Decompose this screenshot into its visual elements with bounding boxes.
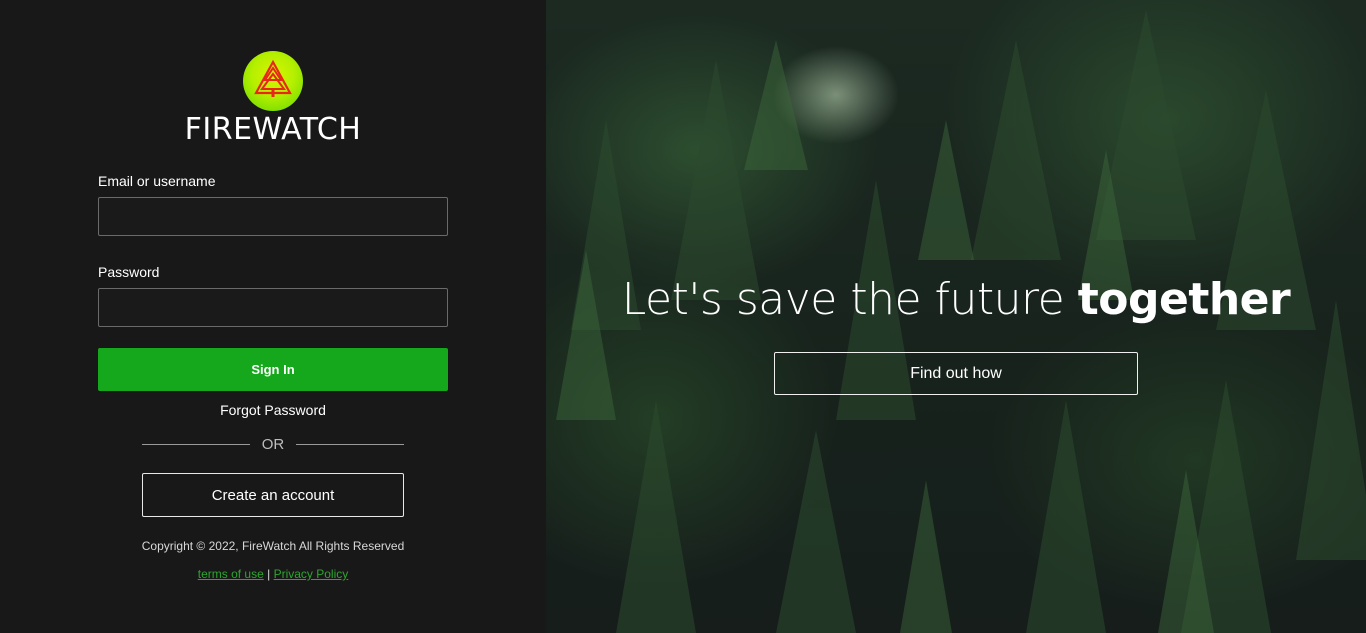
- login-panel: FIREWATCH Email or username Password Sig…: [0, 0, 546, 633]
- sign-in-button[interactable]: Sign In: [98, 348, 448, 391]
- forgot-password-link[interactable]: Forgot Password: [0, 402, 546, 418]
- find-out-how-button[interactable]: Find out how: [774, 352, 1138, 395]
- legal-links: terms of use | Privacy Policy: [0, 567, 546, 581]
- triangle-tree-icon: [254, 59, 292, 97]
- brand-name: FIREWATCH: [184, 112, 362, 147]
- email-label: Email or username: [98, 173, 216, 189]
- or-label: OR: [261, 435, 285, 453]
- hero-heading-main: Let's save the future: [621, 274, 1078, 325]
- or-divider: OR: [142, 435, 404, 453]
- email-input[interactable]: [98, 197, 448, 236]
- create-account-button[interactable]: Create an account: [142, 473, 404, 517]
- page: FIREWATCH Email or username Password Sig…: [0, 0, 1366, 633]
- terms-of-use-link[interactable]: terms of use: [198, 567, 264, 581]
- legal-separator: |: [267, 567, 271, 581]
- divider-line-right: [296, 443, 404, 445]
- privacy-policy-link[interactable]: Privacy Policy: [274, 567, 349, 581]
- password-label: Password: [98, 264, 160, 280]
- hero-heading: Let's save the future together: [546, 274, 1366, 325]
- logo-badge: [243, 51, 303, 111]
- copyright-text: Copyright © 2022, FireWatch All Rights R…: [141, 539, 405, 553]
- password-input[interactable]: [98, 288, 448, 327]
- hero-panel: Let's save the future together Find out …: [546, 0, 1366, 633]
- hero-heading-emphasis: together: [1077, 274, 1291, 325]
- divider-line-left: [142, 443, 250, 445]
